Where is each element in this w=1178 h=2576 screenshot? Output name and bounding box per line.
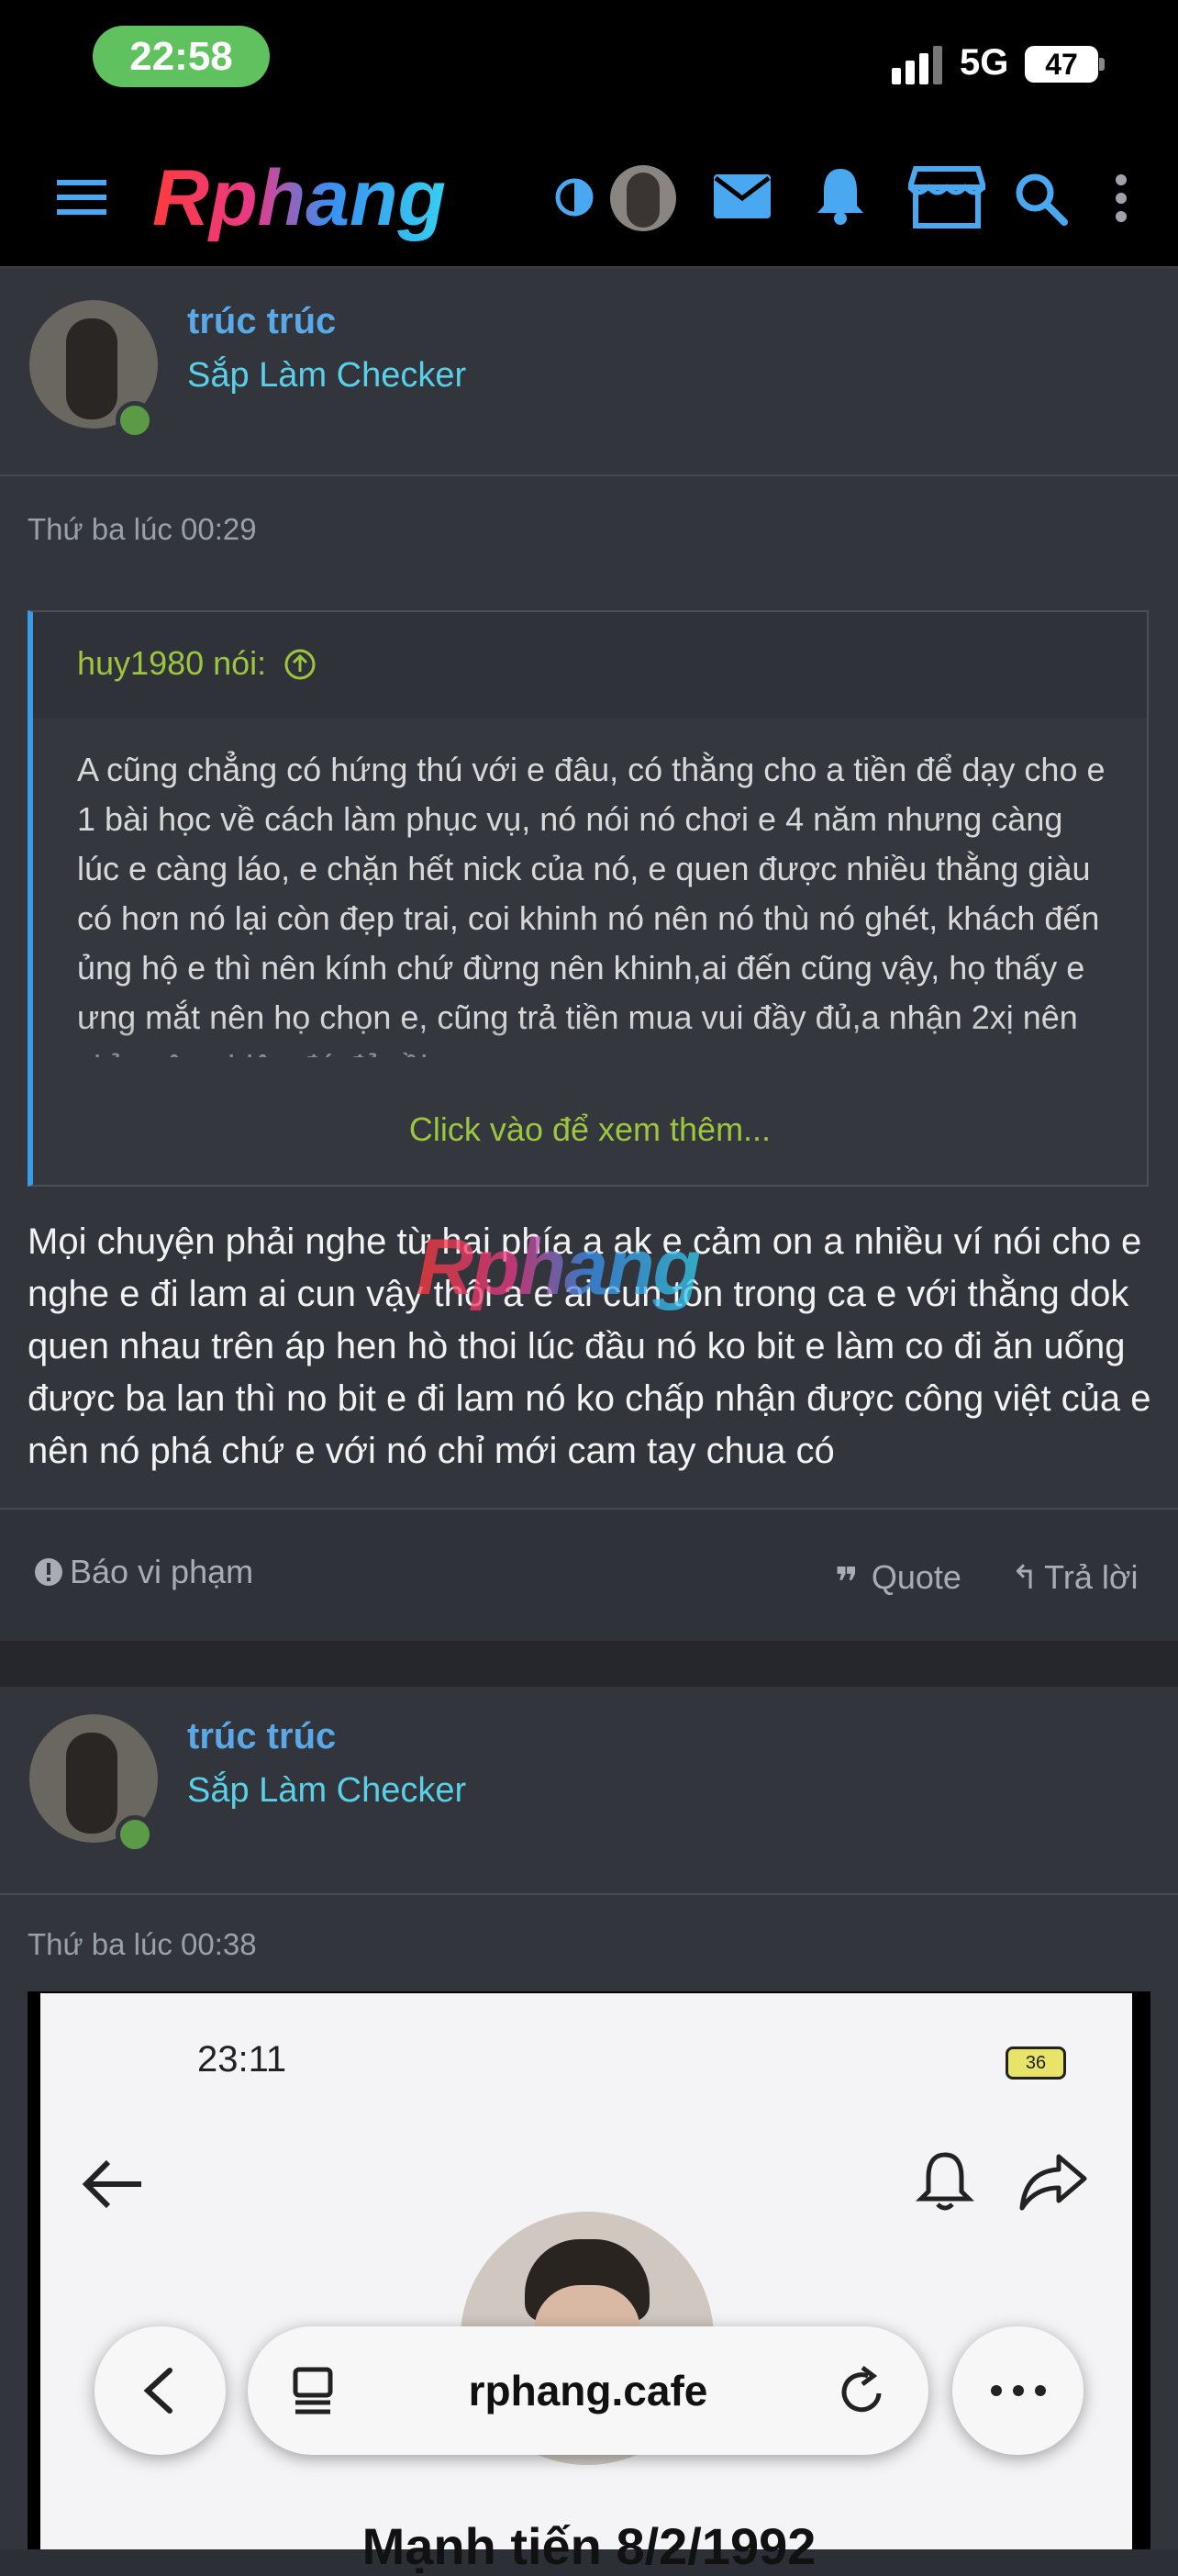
back-icon	[143, 2368, 172, 2414]
battery-indicator: 47	[1025, 46, 1098, 83]
watermark-text: Rphang	[417, 1223, 701, 1311]
search-icon[interactable]	[1013, 171, 1068, 226]
post-header	[0, 1687, 1178, 1895]
status-time: 22:58	[93, 26, 270, 87]
browser-back-button[interactable]	[94, 2326, 226, 2455]
quote-icon: ❞	[835, 1560, 859, 1605]
quote-fade	[33, 1019, 1147, 1101]
post-date[interactable]: Thứ ba lúc 00:29	[28, 512, 257, 547]
logo-watermark: Rphang	[417, 1223, 703, 1311]
bell-icon[interactable]	[815, 165, 866, 226]
image-bell-icon	[916, 2152, 974, 2211]
network-label: 5G	[960, 42, 1009, 83]
hamburger-icon[interactable]	[55, 174, 110, 220]
report-icon	[35, 1558, 62, 1586]
battery-tip	[1099, 58, 1105, 71]
reply-button[interactable]: ↰ Trả lời	[1011, 1558, 1138, 1597]
quote-text: A cũng chẳng có hứng thú với e đâu, có t…	[77, 751, 1106, 1057]
reply-label: Trả lời	[1044, 1558, 1139, 1596]
logo-text: Rphang	[152, 154, 446, 242]
quote-author-label: huy1980 nói:	[77, 644, 267, 682]
post-header	[0, 268, 1178, 476]
image-back-arrow-icon	[82, 2159, 141, 2209]
reply-icon: ↰	[1011, 1558, 1039, 1596]
image-time: 23:11	[197, 2039, 287, 2080]
post-separator	[0, 1641, 1178, 1687]
image-profile-name: Mạnh tiến 8/2/1992	[361, 2517, 817, 2575]
quote-author[interactable]: huy1980 nói:	[77, 644, 317, 683]
post-date[interactable]: Thứ ba lúc 00:38	[28, 1927, 257, 1962]
user-avatar[interactable]	[610, 165, 676, 231]
quote-label: Quote	[871, 1558, 961, 1596]
jump-up-icon[interactable]	[283, 647, 317, 682]
image-share-icon	[1019, 2154, 1087, 2211]
kebab-icon[interactable]	[1112, 173, 1130, 224]
more-icon	[991, 2385, 1046, 2396]
site-logo[interactable]: Rphang	[147, 151, 514, 248]
online-badge-icon	[116, 401, 154, 440]
browser-menu-button[interactable]	[952, 2326, 1084, 2455]
signal-icon	[892, 46, 942, 84]
expand-quote-link[interactable]: Click vào để xem thêm...	[33, 1110, 1147, 1149]
mail-icon[interactable]	[712, 173, 772, 220]
theme-toggle-icon[interactable]	[554, 177, 595, 217]
post-username[interactable]: trúc trúc	[187, 1716, 336, 1757]
image-battery: 36	[1006, 2046, 1066, 2080]
online-badge-icon	[116, 1815, 154, 1854]
store-icon[interactable]	[908, 165, 985, 229]
report-button[interactable]: Báo vi phạm	[33, 1553, 253, 1591]
url-text[interactable]: rphang.cafe	[248, 2326, 928, 2455]
report-label: Báo vi phạm	[70, 1553, 254, 1590]
post-user-title: Sắp Làm Checker	[187, 356, 467, 395]
post-username[interactable]: trúc trúc	[187, 301, 336, 342]
post-user-title: Sắp Làm Checker	[187, 1771, 467, 1810]
reload-icon[interactable]	[837, 2366, 888, 2417]
quote-button[interactable]: ❞ Quote	[835, 1558, 961, 1606]
